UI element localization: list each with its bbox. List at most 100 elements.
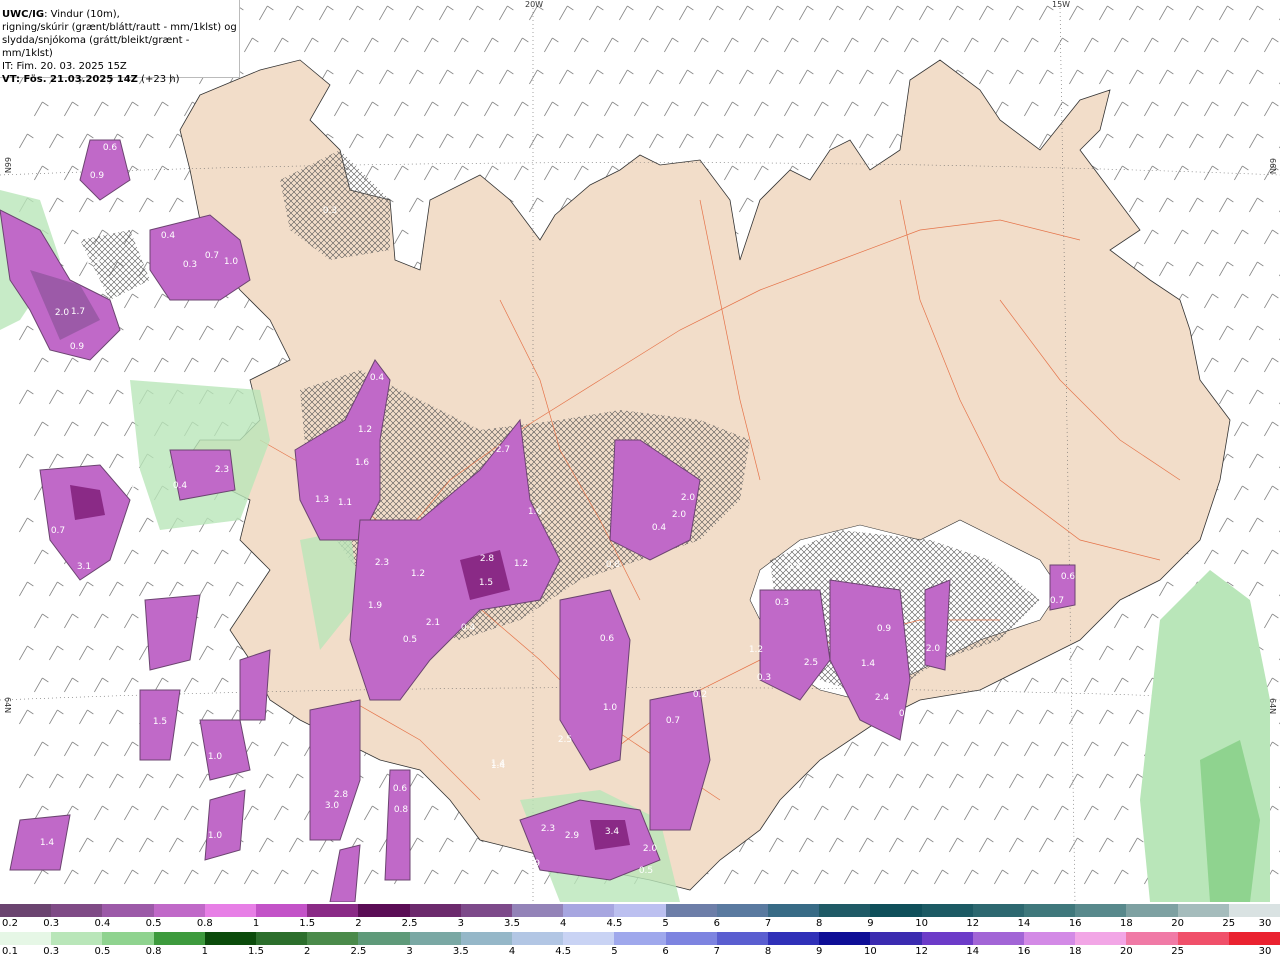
colorbar-tick-label: 1.5 <box>299 918 316 929</box>
precip-value-label: 0.8 <box>394 805 409 815</box>
colorbar-swatch <box>870 904 922 917</box>
colorbar-tick-label: 14 <box>966 946 980 957</box>
precip-value-label: 0.4 <box>787 562 802 572</box>
colorbar-tick-label: 3 <box>406 946 413 957</box>
colorbar-tick-label: 6 <box>662 946 669 957</box>
colorbar-swatch <box>563 904 615 917</box>
colorbar-swatch <box>819 904 871 917</box>
precip-value-label: 0.6 <box>1061 572 1076 582</box>
precip-value-label: 1.3 <box>315 495 329 505</box>
colorbar-swatch <box>1228 932 1280 945</box>
precip-value-label: 0.9 <box>877 624 892 634</box>
colorbar-tick-label: 5 <box>662 918 669 929</box>
precip-value-label: 3.2 <box>121 480 135 490</box>
precip-value-label: 2.3 <box>215 465 229 475</box>
precip-value-label: 1.6 <box>528 507 543 517</box>
colorbar-tick-label: 4 <box>508 946 516 957</box>
colorbar-swatch <box>665 932 717 945</box>
colorbar-swatch <box>204 932 257 945</box>
precip-value-label: 1.4 <box>861 659 876 669</box>
precip-value-label: 0.3 <box>153 138 167 148</box>
colorbar-swatch <box>665 904 717 917</box>
colorbar-tick-label: 0.8 <box>145 946 162 957</box>
lon-label-15w: 15W <box>1052 0 1070 9</box>
colorbar-swatch <box>819 932 871 945</box>
precip-value-label: 0.4 <box>161 231 176 241</box>
precip-value-label: 0.7 <box>666 716 680 726</box>
colorbar-swatch <box>1228 904 1280 917</box>
precip-value-label: 1.0 <box>208 752 223 762</box>
colorbar-swatch <box>768 932 820 945</box>
init-time: IT: Fim. 20. 03. 2025 15Z <box>2 61 127 72</box>
colorbar-tick-label: 10 <box>915 918 928 929</box>
lon-label-20w: 20W <box>525 0 543 9</box>
colorbar-tick-label: 0.3 <box>43 946 60 957</box>
precip-value-label: 1.5 <box>479 578 493 588</box>
colorbar-swatch <box>358 904 410 917</box>
colorbar-swatch <box>1075 932 1127 945</box>
colorbar-swatch <box>204 904 257 917</box>
precip-value-label: 0.6 <box>899 709 914 719</box>
precip-value-label: 2.3 <box>375 558 389 568</box>
precip-value-label: 1.9 <box>368 601 383 611</box>
colorbar-tick-label: 0.5 <box>145 918 162 929</box>
lead-time: (+23 h) <box>137 74 180 85</box>
colorbar-tick-label: 4.5 <box>606 918 623 929</box>
colorbar-swatch <box>972 904 1025 917</box>
colorbar-tick-label: 1.5 <box>248 946 264 957</box>
colorbar-tick-label: 10 <box>864 946 877 957</box>
precip-value-label: 0.9 <box>526 859 541 869</box>
precip-value-label: 1.2 <box>411 569 425 579</box>
lat-label-64n-left: 64N <box>3 697 12 713</box>
colorbar-swatch <box>1075 904 1127 917</box>
colorbar-tick-label: 30 <box>1258 918 1272 929</box>
precip-value-label: 2.5 <box>558 735 572 745</box>
colorbar-tick-label: 25 <box>1171 946 1184 957</box>
colorbar-tick-label: 20 <box>1120 946 1133 957</box>
colorbar-swatch <box>716 932 769 945</box>
precip-value-label: 0.7 <box>51 526 65 536</box>
precip-value-label: 0.5 <box>639 866 653 876</box>
colorbar-swatch <box>51 904 103 917</box>
precip-value-label: 1.0 <box>603 703 618 713</box>
precip-value-label: 0.3 <box>183 260 197 270</box>
colorbar-tick-label: 9 <box>867 918 874 929</box>
precip-value-label: 0.3 <box>757 673 771 683</box>
colorbar-tick-label: 25 <box>1222 918 1236 929</box>
colorbar-tick-label: 9 <box>816 946 823 957</box>
precip-value-label: 1.7 <box>71 307 85 317</box>
colorbar-tick-label: 12 <box>915 946 928 957</box>
precip-value-label: 2.4 <box>875 693 890 703</box>
precip-value-label: 0.3 <box>173 207 187 217</box>
colorbar-tick-label: 12 <box>966 918 980 929</box>
precip-value-label: 3.4 <box>605 827 620 837</box>
colorbar-tick-label: 20 <box>1171 918 1184 929</box>
colorbar-tick-label: 7 <box>764 918 772 929</box>
colorbar-swatch <box>0 932 52 945</box>
colorbar-tick-label: 16 <box>1068 918 1082 929</box>
lat-label-66n-right: 66N <box>1268 158 1277 174</box>
colorbar-swatch <box>921 932 973 945</box>
colorbar-tick-label: 14 <box>1017 918 1031 929</box>
colorbar-swatch <box>51 932 103 945</box>
colorbar-tick-label: 18 <box>1068 946 1082 957</box>
colorbar-tick-label: 4 <box>560 918 567 929</box>
precip-value-label: 0.5 <box>223 376 237 386</box>
precip-value-label: 0.4 <box>173 481 188 491</box>
precip-value-label: 1.2 <box>514 559 528 569</box>
precip-value-label: 1.3 <box>86 256 100 266</box>
colorbar-swatch <box>1126 904 1178 917</box>
colorbar-swatch <box>460 932 513 945</box>
precip-value-label: 0.6 <box>103 143 118 153</box>
colorbar-tick-label: 8 <box>764 946 772 957</box>
colorbar-swatch <box>102 932 154 945</box>
colorbar-tick-label: 0.2 <box>2 918 18 929</box>
precip-value-label: 3.0 <box>325 801 340 811</box>
colorbar-tick-label: 2 <box>304 946 311 957</box>
rain-colorbar-ticks: 0.1 0.3 0.5 0.8 1 1.5 2 2.5 3 3.5 4 4.5 5 6 7 8 9 10 12 14 1… <box>0 946 1280 958</box>
lat-label-66n-left: 66N <box>3 157 12 173</box>
colorbar-swatch <box>870 932 922 945</box>
precip-value-label: 0.4 <box>461 623 476 633</box>
precip-value-label: 0.6 <box>600 634 615 644</box>
precip-value-label: 3.1 <box>77 562 91 572</box>
